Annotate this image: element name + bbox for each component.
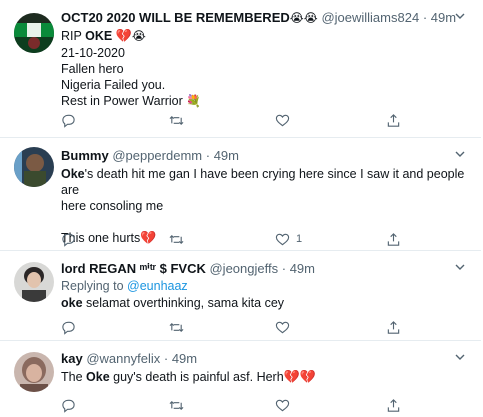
retweet-icon — [169, 115, 184, 125]
reply-button[interactable] — [61, 318, 76, 336]
display-name[interactable]: kay — [61, 351, 83, 366]
reply-icon — [62, 233, 75, 247]
name-emoji: 😭😭 — [289, 11, 318, 25]
share-button[interactable] — [386, 318, 401, 336]
text-date: 21-10-2020 — [61, 46, 125, 60]
reply-icon — [62, 321, 75, 335]
reply-icon — [62, 399, 75, 413]
text-line: 's death hit me gan I have been crying h… — [61, 167, 465, 197]
chevron-down-icon[interactable] — [453, 260, 467, 274]
tweet-1[interactable]: OCT20 2020 WILL BE REMEMBERED😭😭 @joewill… — [0, 0, 481, 138]
tweet-4[interactable]: kay @wannyfelix · 49m The Oke guy's deat… — [0, 341, 481, 417]
like-button[interactable] — [275, 396, 290, 414]
tweet-text: RIP OKE 💔😭 21-10-2020 Fallen hero Nigeri… — [61, 28, 471, 109]
share-icon — [387, 320, 400, 334]
timestamp[interactable]: 49m — [172, 351, 197, 366]
text-line: here consoling me — [61, 199, 164, 213]
separator-dot: · — [422, 10, 428, 25]
text-line: Rest in Power Warrior — [61, 94, 183, 108]
text-line: Fallen hero — [61, 62, 124, 76]
separator-dot: · — [281, 261, 287, 276]
separator-dot: · — [163, 351, 169, 366]
handle[interactable]: @jeongjeffs — [209, 261, 278, 276]
avatar[interactable] — [14, 13, 54, 53]
crying-emoji-icon: 😭 — [131, 29, 146, 43]
bouquet-emoji-icon: 💐 — [186, 94, 202, 108]
display-name[interactable]: Bummy — [61, 148, 109, 163]
display-name[interactable]: OCT20 2020 WILL BE REMEMBERED — [61, 10, 290, 25]
tweet-header: Bummy @pepperdemm · 49m — [61, 147, 471, 165]
share-icon — [387, 398, 400, 412]
retweet-icon — [169, 234, 184, 244]
avatar[interactable] — [14, 147, 54, 187]
tweet-text: The Oke guy's death is painful asf. Herh… — [61, 369, 471, 386]
replying-to: Replying to @eunhaaz — [61, 278, 471, 294]
timestamp[interactable]: 49m — [214, 148, 239, 163]
like-button[interactable] — [275, 318, 290, 336]
tweet-text: oke selamat overthinking, sama kita cey — [61, 295, 471, 311]
retweet-icon — [169, 400, 184, 410]
tweet-header: lord REGAN ᵐⁱᵗʳ $ FVCK @jeongjeffs · 49m — [61, 260, 471, 278]
like-button[interactable]: 1 — [275, 230, 302, 248]
text-line: guy's death is painful asf. Herh — [109, 370, 284, 384]
text-line: selamat overthinking, sama kita cey — [82, 296, 285, 310]
tweet-content: OCT20 2020 WILL BE REMEMBERED😭😭 @joewill… — [61, 9, 471, 109]
tweet-3[interactable]: lord REGAN ᵐⁱᵗʳ $ FVCK @jeongjeffs · 49m… — [0, 251, 481, 341]
handle[interactable]: @pepperdemm — [112, 148, 202, 163]
share-button[interactable] — [386, 111, 401, 129]
like-icon — [275, 321, 290, 333]
text-line: The — [61, 370, 87, 384]
tweet-header: OCT20 2020 WILL BE REMEMBERED😭😭 @joewill… — [61, 9, 471, 27]
highlight-keyword: Oke — [86, 370, 110, 384]
timeline: OCT20 2020 WILL BE REMEMBERED😭😭 @joewill… — [0, 0, 483, 417]
text-rip: RIP — [61, 29, 82, 43]
chevron-down-icon[interactable] — [453, 9, 467, 23]
highlight-keyword: OKE — [85, 29, 113, 43]
tweet-actions — [61, 396, 441, 416]
broken-heart-icon: 💔💔 — [283, 370, 317, 385]
share-button[interactable] — [386, 230, 401, 248]
like-count: 1 — [296, 233, 303, 245]
reply-button[interactable] — [61, 396, 76, 414]
handle[interactable]: @wannyfelix — [86, 351, 160, 366]
tweet-actions — [61, 111, 441, 131]
avatar[interactable] — [14, 262, 54, 302]
tweet-2[interactable]: Bummy @pepperdemm · 49m Oke's death hit … — [0, 138, 481, 251]
highlight-keyword: Oke — [61, 167, 85, 181]
broken-heart-icon: 💔 — [115, 29, 132, 44]
replying-to-label: Replying to — [61, 279, 124, 293]
replying-to-handle[interactable]: @eunhaaz — [127, 279, 188, 293]
retweet-button[interactable] — [169, 111, 184, 129]
chevron-down-icon[interactable] — [453, 350, 467, 364]
retweet-button[interactable] — [169, 230, 184, 248]
like-icon — [275, 233, 290, 245]
retweet-button[interactable] — [169, 318, 184, 336]
tweet-actions — [61, 318, 441, 338]
separator-dot: · — [205, 148, 211, 163]
text-line: Nigeria Failed you. — [61, 78, 166, 92]
handle[interactable]: @joewilliams824 — [321, 10, 419, 25]
chevron-down-icon[interactable] — [453, 147, 467, 161]
avatar[interactable] — [14, 352, 54, 392]
like-icon — [275, 399, 290, 411]
tweet-header: kay @wannyfelix · 49m — [61, 350, 471, 368]
share-icon — [387, 232, 400, 246]
tweet-actions: 1 — [61, 230, 441, 250]
tweet-content: lord REGAN ᵐⁱᵗʳ $ FVCK @jeongjeffs · 49m… — [61, 260, 471, 311]
highlight-keyword: oke — [61, 296, 83, 310]
reply-icon — [62, 114, 75, 128]
display-name[interactable]: lord REGAN ᵐⁱᵗʳ $ FVCK — [61, 261, 206, 276]
reply-button[interactable] — [61, 230, 76, 248]
share-icon — [387, 113, 400, 127]
retweet-button[interactable] — [169, 396, 184, 414]
timestamp[interactable]: 49m — [290, 261, 315, 276]
retweet-icon — [169, 322, 184, 332]
like-button[interactable] — [275, 111, 290, 129]
share-button[interactable] — [386, 396, 401, 414]
like-icon — [275, 114, 290, 126]
reply-button[interactable] — [61, 111, 76, 129]
tweet-content: kay @wannyfelix · 49m The Oke guy's deat… — [61, 350, 471, 386]
